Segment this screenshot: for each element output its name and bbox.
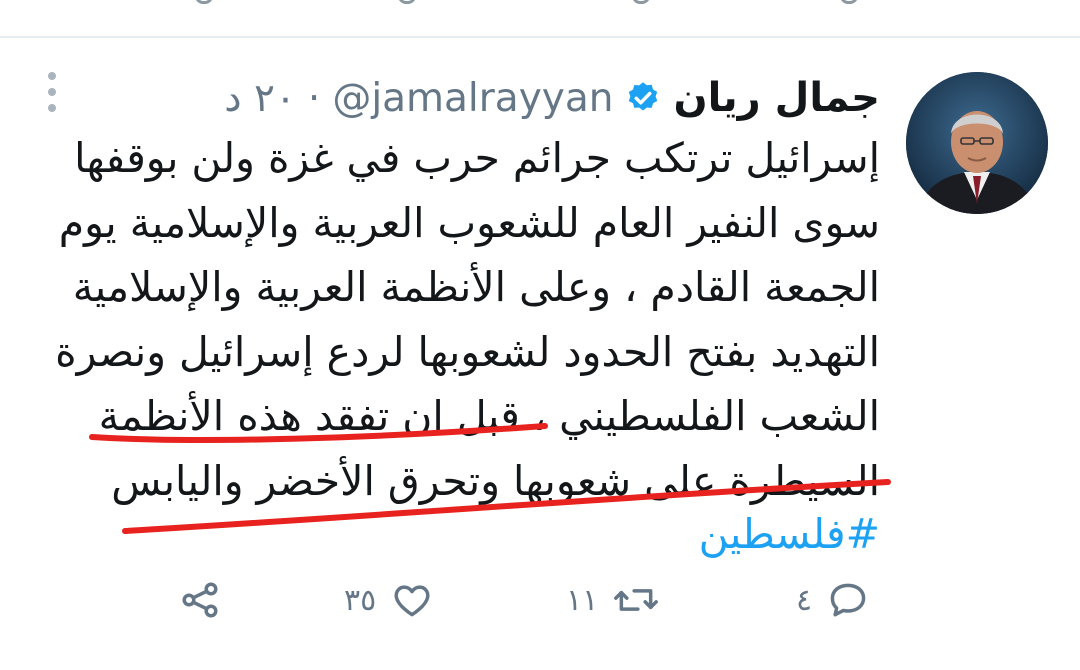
header-separator: · [307,75,321,121]
tweet-card[interactable]: جمال ريان @jamalrayyan · ٢٠ د إسرائيل تر… [0,40,1080,670]
hashtag-link[interactable]: #فلسطين [699,510,880,558]
reply-count: ٤ [796,582,813,618]
previous-share-icon-fragment [195,0,213,4]
tweet-text-line: الشعب الفلسطيني ، قبل ان تفقد هذه الأنظم… [98,392,880,440]
tweet-text-line: الجمعة القادم ، وعلى الأنظمة العربية وال… [72,263,880,311]
author-name[interactable]: جمال ريان [673,75,880,121]
retweet-count: ١١ [566,582,599,618]
previous-retweet-icon-fragment [632,0,650,4]
reply-action[interactable]: ٤ [796,570,870,630]
heart-icon[interactable] [390,578,434,622]
tweet-text: إسرائيل ترتكب جرائم حرب في غزة ولن بوقفه… [50,126,880,513]
tweet-actions: ٤ ١١ ٣٥ [0,570,1080,630]
tweet-text-line: سوى النفير العام للشعوب العربية والإسلام… [58,198,880,247]
like-count: ٣٥ [344,582,377,618]
retweet-action[interactable]: ١١ [566,570,660,630]
tweet-text-line: التهديد بفتح الحدود لشعوبها لردع إسرائيل… [55,327,880,376]
like-action[interactable]: ٣٥ [344,570,434,630]
share-icon[interactable] [178,578,222,622]
more-options-icon[interactable] [44,72,60,112]
tweet-text-line: السيطرة على شعوبها وتحرق الأخضر واليابس [111,456,880,505]
avatar[interactable] [906,72,1048,214]
tweet-header: جمال ريان @jamalrayyan · ٢٠ د [224,70,880,126]
comment-icon[interactable] [826,578,870,622]
tweet-text-line: إسرائيل ترتكب جرائم حرب في غزة ولن بوقفه… [74,134,880,182]
share-action[interactable] [178,570,222,630]
previous-like-icon-fragment [398,0,416,4]
previous-tweet-action-bar [0,0,1080,38]
retweet-icon[interactable] [612,578,660,622]
previous-reply-icon-fragment [840,0,858,4]
author-handle[interactable]: @jamalrayyan [332,76,613,121]
verified-badge-icon [629,82,658,111]
tweet-timestamp[interactable]: ٢٠ د [224,76,296,121]
